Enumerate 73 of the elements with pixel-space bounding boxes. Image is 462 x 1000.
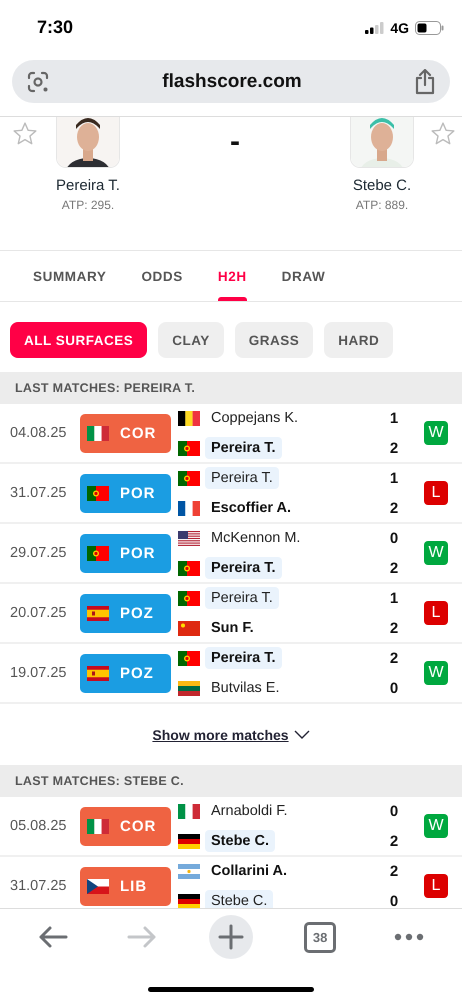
match-date: 31.07.25 [10, 485, 68, 501]
match-score: - [230, 125, 240, 160]
url-text: flashscore.com [161, 70, 303, 92]
player-name[interactable]: Collarini A. [205, 860, 293, 882]
tab-count-button[interactable]: 38 [304, 922, 336, 952]
player-name[interactable]: Pereira T. [205, 587, 279, 609]
match-date: 29.07.25 [10, 545, 68, 561]
plus-icon[interactable] [208, 915, 253, 959]
set-score: 2 [388, 862, 400, 880]
set-score: 0 [388, 530, 400, 546]
player-name[interactable]: Sun F. [205, 617, 260, 639]
back-arrow-icon[interactable] [38, 925, 68, 949]
player-name[interactable]: Pereira T. [205, 437, 282, 459]
player-name[interactable]: Butvilas E. [205, 677, 286, 699]
set-score: 0 [388, 802, 400, 820]
player-name[interactable]: Stebe C. [205, 830, 276, 852]
player-name[interactable]: Stebe C. [205, 890, 274, 908]
network-label: 4G [390, 20, 409, 36]
set-score: 2 [388, 650, 400, 666]
more-icon[interactable] [394, 933, 424, 941]
battery-icon [415, 20, 444, 34]
result-badge: W [424, 661, 448, 685]
section-header: LAST MATCHES: PEREIRA T. [15, 381, 196, 395]
chevron-down-icon [294, 730, 310, 740]
favorite-star-icon[interactable] [12, 121, 38, 147]
set-score: 1 [388, 590, 400, 606]
player-name[interactable]: McKennon M. [205, 527, 306, 549]
favorite-star-icon[interactable] [430, 121, 456, 147]
camera-search-icon[interactable] [26, 70, 50, 94]
player-ranking: ATP: 295. [62, 198, 114, 212]
player-name[interactable]: Stebe C. [352, 177, 412, 194]
set-score: 2 [388, 500, 400, 516]
section-header: LAST MATCHES: STEBE C. [15, 774, 184, 788]
match-date: 20.07.25 [10, 605, 68, 621]
match-date: 05.08.25 [10, 818, 68, 834]
result-badge: W [424, 814, 448, 838]
surface-filter-chip[interactable]: GRASS [234, 322, 314, 358]
player-name[interactable]: Pereira T. [205, 557, 282, 579]
tab[interactable]: ODDS [129, 251, 195, 301]
status-time: 7:30 [37, 17, 74, 38]
set-score: 2 [388, 832, 400, 850]
signal-icon [365, 22, 384, 34]
surface-filter-chip[interactable]: ALL SURFACES [10, 322, 148, 358]
set-score: 1 [388, 470, 400, 486]
set-score: 1 [388, 410, 400, 426]
surface-filter-chip[interactable]: HARD [324, 322, 394, 358]
tab[interactable]: H2H [206, 251, 259, 301]
set-score: 0 [388, 680, 400, 696]
set-score: 0 [388, 892, 400, 908]
tab[interactable]: DRAW [270, 251, 338, 301]
result-badge: W [424, 421, 448, 445]
player-name[interactable]: Coppejans K. [205, 407, 304, 429]
show-more-link[interactable]: Show more matches [152, 726, 289, 742]
address-bar[interactable]: flashscore.com [12, 60, 450, 103]
surface-filter-chip[interactable]: CLAY [158, 322, 224, 358]
result-badge: L [424, 874, 448, 898]
share-icon[interactable] [414, 68, 436, 94]
set-score: 2 [388, 440, 400, 456]
match-date: 19.07.25 [10, 665, 68, 681]
player-name[interactable]: Escoffier A. [205, 497, 298, 519]
player-name[interactable]: Pereira T. [205, 467, 279, 489]
result-badge: L [424, 601, 448, 625]
match-date: 31.07.25 [10, 878, 68, 894]
player-name[interactable]: Arnaboldi F. [205, 800, 294, 822]
player-ranking: ATP: 889. [356, 198, 408, 212]
result-badge: L [424, 481, 448, 505]
player-name[interactable]: Pereira T. [56, 177, 120, 194]
match-date: 04.08.25 [10, 425, 68, 441]
tab[interactable]: SUMMARY [21, 251, 118, 301]
player-name[interactable]: Pereira T. [205, 647, 282, 669]
set-score: 2 [388, 560, 400, 576]
result-badge: W [424, 541, 448, 565]
set-score: 2 [388, 620, 400, 636]
